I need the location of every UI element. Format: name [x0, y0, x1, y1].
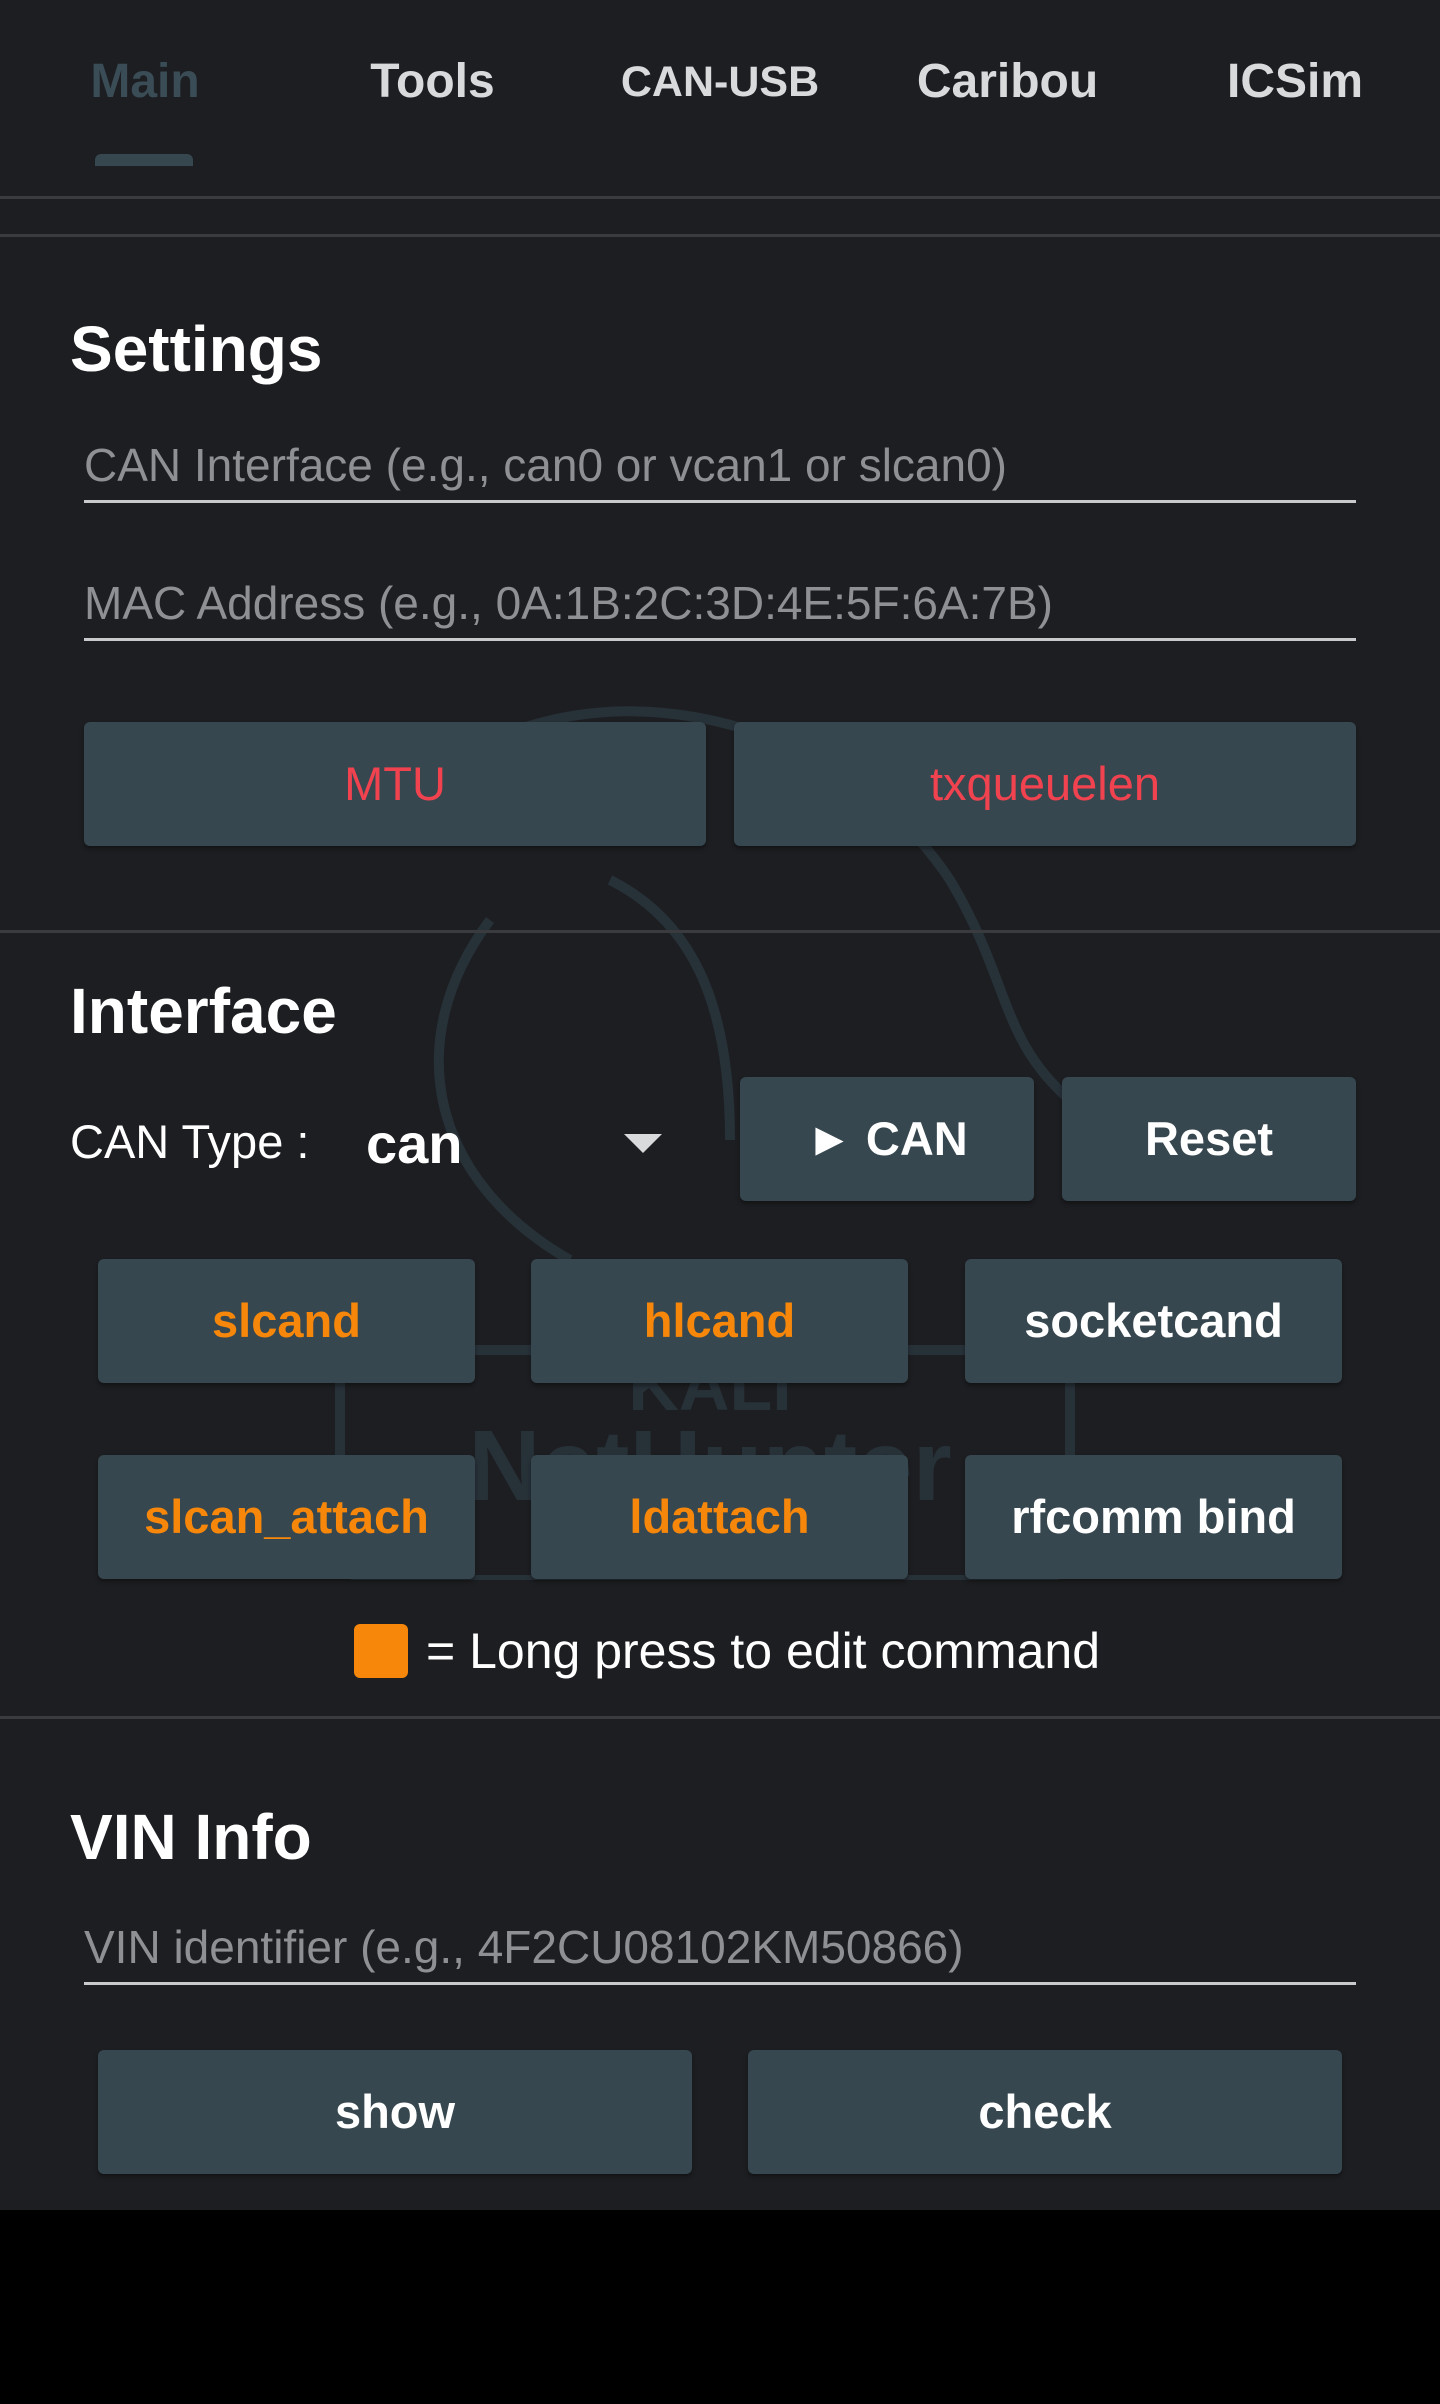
tab-can-usb[interactable]: CAN-USB	[600, 52, 840, 112]
section-divider-vin	[0, 1716, 1440, 1719]
vin-info-title: VIN Info	[70, 1801, 312, 1873]
slcan-attach-button[interactable]: slcan_attach	[98, 1455, 475, 1579]
hlcand-button[interactable]: hlcand	[531, 1259, 908, 1383]
tab-icsim[interactable]: ICSim	[1210, 52, 1380, 112]
tab-bar: Main Tools CAN-USB Caribou ICSim	[0, 0, 1440, 195]
bottom-navigation-area	[0, 2210, 1440, 2404]
long-press-legend: = Long press to edit command	[354, 1616, 1100, 1686]
can-type-label: CAN Type :	[70, 1115, 310, 1168]
tab-caribou[interactable]: Caribou	[900, 52, 1115, 112]
section-divider-interface	[0, 930, 1440, 933]
reset-button[interactable]: Reset	[1062, 1077, 1356, 1201]
rfcomm-bind-button[interactable]: rfcomm bind	[965, 1455, 1342, 1579]
start-can-button[interactable]: ► CAN	[740, 1077, 1034, 1201]
socketcand-button[interactable]: socketcand	[965, 1259, 1342, 1383]
check-button[interactable]: check	[748, 2050, 1342, 2174]
section-divider-top	[0, 234, 1440, 237]
can-type-value: can	[366, 1112, 463, 1175]
settings-title: Settings	[70, 313, 323, 385]
tab-tools[interactable]: Tools	[340, 52, 525, 112]
vin-identifier-input[interactable]	[84, 1912, 1356, 1985]
ldattach-button[interactable]: ldattach	[531, 1455, 908, 1579]
can-interface-input[interactable]	[84, 430, 1356, 503]
orange-square-icon	[354, 1624, 408, 1678]
dropdown-arrow-icon	[624, 1134, 662, 1153]
interface-title: Interface	[70, 975, 337, 1047]
legend-text: = Long press to edit command	[426, 1623, 1100, 1679]
tab-bar-divider	[0, 196, 1440, 199]
can-type-dropdown[interactable]: can	[366, 1104, 666, 1184]
show-button[interactable]: show	[98, 2050, 692, 2174]
txqueuelen-button[interactable]: txqueuelen	[734, 722, 1356, 846]
tab-main[interactable]: Main	[60, 52, 230, 112]
slcand-button[interactable]: slcand	[98, 1259, 475, 1383]
mac-address-input[interactable]	[84, 568, 1356, 641]
mtu-button[interactable]: MTU	[84, 722, 706, 846]
active-tab-indicator	[95, 154, 193, 166]
